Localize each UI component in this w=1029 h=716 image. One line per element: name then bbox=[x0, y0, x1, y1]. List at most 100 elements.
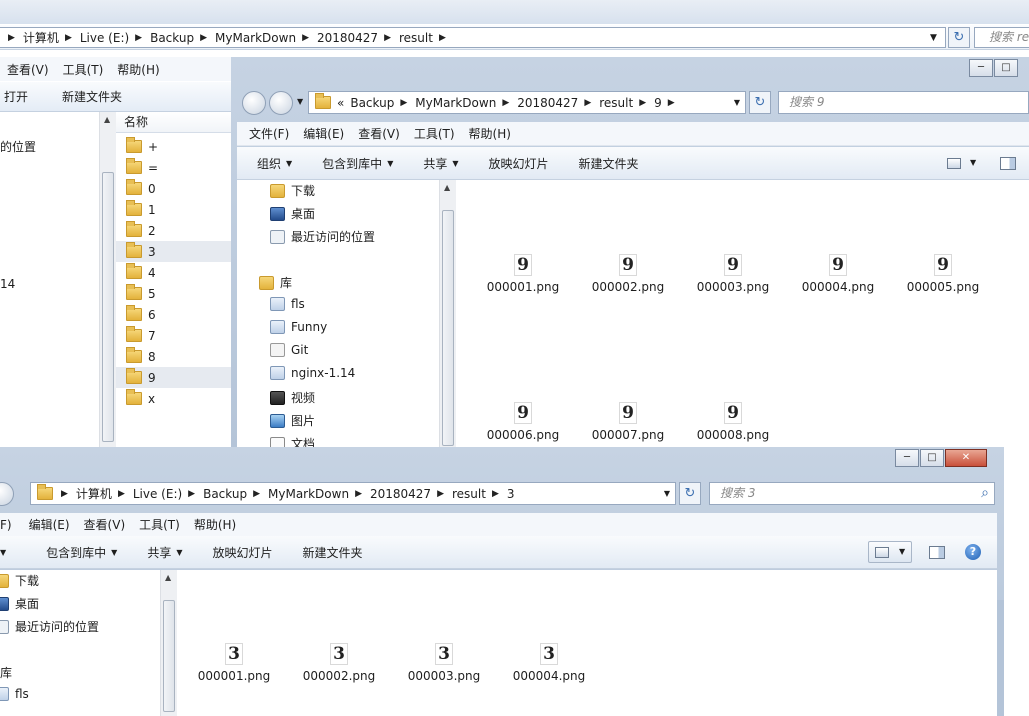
view-dropdown-icon[interactable]: ▼ bbox=[899, 547, 905, 556]
nav-item-downloads[interactable]: 下载 bbox=[0, 572, 39, 589]
nav-item-library[interactable]: 库 bbox=[259, 274, 292, 291]
search-input[interactable]: 搜索 9 bbox=[778, 91, 1029, 114]
file-item[interactable]: 3 000001.png bbox=[189, 643, 279, 683]
folder-row[interactable]: 8 bbox=[116, 346, 240, 367]
menu-help[interactable]: 帮助(H) bbox=[110, 61, 166, 78]
open-button[interactable]: 打开 bbox=[0, 88, 36, 105]
preview-pane-icon[interactable] bbox=[929, 546, 945, 559]
view-options-icon[interactable] bbox=[947, 158, 961, 169]
share-button[interactable]: 共享 ▼ bbox=[125, 544, 190, 561]
menu-tools[interactable]: 工具(T) bbox=[407, 125, 462, 142]
new-folder-button[interactable]: 新建文件夹 bbox=[36, 88, 130, 105]
close-icon[interactable]: ✕ bbox=[945, 449, 987, 467]
file-item[interactable]: 3 000004.png bbox=[504, 643, 594, 683]
organize-button[interactable]: ▼ bbox=[0, 548, 14, 557]
nav-item-library[interactable]: 库 bbox=[0, 664, 12, 681]
share-button[interactable]: 共享 ▼ bbox=[401, 155, 466, 172]
minimize-icon[interactable]: ─ bbox=[969, 59, 993, 77]
folder-row[interactable]: = bbox=[116, 157, 240, 178]
scroll-thumb[interactable] bbox=[102, 172, 114, 442]
crumb-drive[interactable]: Live (E:) ▶ bbox=[80, 31, 150, 45]
new-folder-button[interactable]: 新建文件夹 bbox=[557, 155, 647, 172]
minimize-icon[interactable]: ─ bbox=[895, 449, 919, 467]
nav-item-desktop[interactable]: 桌面 bbox=[270, 205, 315, 222]
nav-item-downloads[interactable]: 下载 bbox=[270, 182, 315, 199]
crumb-date[interactable]: 20180427 ▶ bbox=[370, 487, 452, 501]
file-item[interactable]: 9 000007.png bbox=[583, 402, 673, 442]
nav-item-pictures[interactable]: 图片 bbox=[270, 412, 315, 429]
nav-item-fls[interactable]: fls bbox=[270, 297, 305, 311]
new-folder-button[interactable]: 新建文件夹 bbox=[281, 544, 371, 561]
organize-button[interactable]: 组织 ▼ bbox=[237, 155, 300, 172]
folder-row[interactable]: 6 bbox=[116, 304, 240, 325]
history-dropdown-icon[interactable]: ▼ bbox=[297, 97, 303, 106]
maximize-icon[interactable]: □ bbox=[920, 449, 944, 467]
window-3-nav-scrollbar[interactable]: ▲ bbox=[160, 570, 177, 716]
menu-help[interactable]: 帮助(H) bbox=[187, 516, 243, 533]
nav-item-recent[interactable]: 的位置 bbox=[0, 138, 36, 155]
crumb-computer[interactable]: 计算机 ▶ bbox=[76, 485, 133, 502]
menu-tools[interactable]: 工具(T) bbox=[132, 516, 187, 533]
crumb-mymarkdown[interactable]: MyMarkDown ▶ bbox=[215, 31, 317, 45]
preview-pane-icon[interactable] bbox=[1000, 157, 1016, 170]
crumb-9[interactable]: 9 ▶ bbox=[654, 96, 683, 110]
refresh-icon[interactable]: ↻ bbox=[749, 91, 771, 114]
nav-item-desktop[interactable]: 桌面 bbox=[0, 595, 39, 612]
nav-item-recent[interactable]: 最近访问的位置 bbox=[0, 618, 99, 635]
search-icon[interactable]: ⌕ bbox=[981, 483, 989, 504]
menu-view[interactable]: 查看(V) bbox=[0, 61, 56, 78]
window-3-address-box[interactable]: ▶ 计算机 ▶ Live (E:) ▶ Backup ▶ MyMarkDown ▶ 20… bbox=[30, 482, 676, 505]
crumb-backup[interactable]: Backup ▶ bbox=[203, 487, 268, 501]
include-in-library-button[interactable]: 包含到库中 ▼ bbox=[300, 155, 401, 172]
menu-tools[interactable]: 工具(T) bbox=[56, 61, 111, 78]
menu-help[interactable]: 帮助(H) bbox=[462, 125, 518, 142]
column-header-name[interactable]: 名称 bbox=[116, 112, 240, 133]
scroll-thumb[interactable] bbox=[442, 210, 454, 446]
scroll-up-icon[interactable]: ▲ bbox=[444, 183, 450, 192]
crumb-mymarkdown[interactable]: MyMarkDown ▶ bbox=[415, 96, 517, 110]
crumb-3[interactable]: 3 bbox=[507, 487, 515, 501]
folder-row[interactable]: + bbox=[116, 136, 240, 157]
help-icon[interactable]: ? bbox=[965, 544, 981, 560]
file-item[interactable]: 9 000001.png bbox=[478, 254, 568, 294]
crumb-computer[interactable]: 计算机 ▶ bbox=[23, 29, 80, 46]
address-dropdown-icon[interactable]: ▼ bbox=[930, 33, 937, 43]
menu-view[interactable]: 查看(V) bbox=[351, 125, 407, 142]
file-item[interactable]: 3 000003.png bbox=[399, 643, 489, 683]
file-item[interactable]: 9 000008.png bbox=[688, 402, 778, 442]
nav-item-nginx[interactable]: 14 bbox=[0, 277, 15, 291]
back-icon[interactable] bbox=[0, 482, 14, 506]
folder-row[interactable]: 9 bbox=[116, 367, 240, 388]
background-nav-scrollbar[interactable]: ▲ bbox=[99, 112, 116, 452]
slideshow-button[interactable]: 放映幻灯片 bbox=[467, 155, 557, 172]
crumb-result[interactable]: result ▶ bbox=[399, 31, 454, 45]
folder-row[interactable]: 5 bbox=[116, 283, 240, 304]
crumb-result[interactable]: result ▶ bbox=[452, 487, 507, 501]
folder-row[interactable]: x bbox=[116, 388, 240, 409]
slideshow-button[interactable]: 放映幻灯片 bbox=[191, 544, 281, 561]
folder-row[interactable]: 1 bbox=[116, 199, 240, 220]
file-item[interactable]: 9 000003.png bbox=[688, 254, 778, 294]
crumb-result[interactable]: result ▶ bbox=[599, 96, 654, 110]
file-item[interactable]: 9 000005.png bbox=[898, 254, 988, 294]
menu-edit[interactable]: 编辑(E) bbox=[296, 125, 351, 142]
file-item[interactable]: 3 000002.png bbox=[294, 643, 384, 683]
crumb-date[interactable]: 20180427 ▶ bbox=[517, 96, 599, 110]
folder-row[interactable]: 0 bbox=[116, 178, 240, 199]
nav-item-videos[interactable]: 视频 bbox=[270, 389, 315, 406]
folder-row[interactable]: 4 bbox=[116, 262, 240, 283]
crumb-date[interactable]: 20180427 ▶ bbox=[317, 31, 399, 45]
scroll-thumb[interactable] bbox=[163, 600, 175, 712]
menu-file[interactable]: 文件(F) bbox=[237, 125, 296, 142]
file-item[interactable]: 9 000004.png bbox=[793, 254, 883, 294]
menu-file[interactable]: F) bbox=[0, 518, 19, 532]
crumb-drive[interactable]: Live (E:) ▶ bbox=[133, 487, 203, 501]
refresh-icon[interactable]: ↻ bbox=[948, 27, 970, 48]
scroll-up-icon[interactable]: ▲ bbox=[104, 115, 110, 124]
folder-row[interactable]: 2 bbox=[116, 220, 240, 241]
maximize-icon[interactable]: □ bbox=[994, 59, 1018, 77]
scroll-up-icon[interactable]: ▲ bbox=[165, 573, 171, 582]
folder-row[interactable]: 3 bbox=[116, 241, 240, 262]
file-item[interactable]: 9 000006.png bbox=[478, 402, 568, 442]
window-9-nav-scrollbar[interactable]: ▲ bbox=[439, 180, 456, 452]
